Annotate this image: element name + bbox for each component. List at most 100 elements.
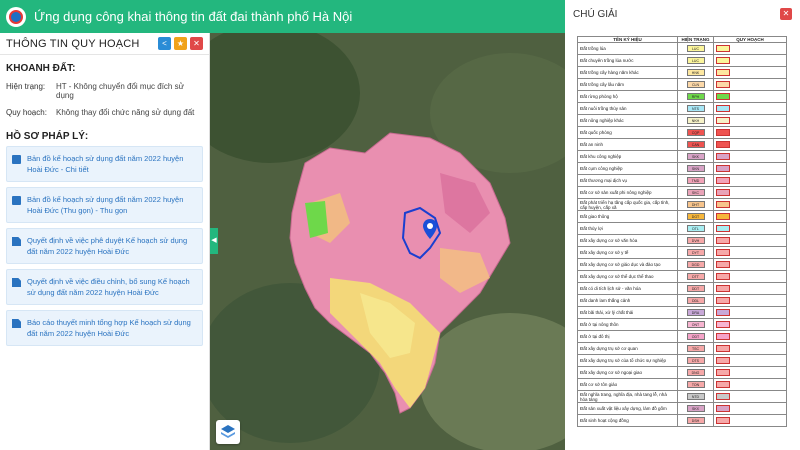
legend-planning-swatch bbox=[716, 248, 730, 256]
legend-row: Đất nghĩa trang, nghĩa địa, nhà tang lễ,… bbox=[577, 390, 787, 403]
legend-row-name: Đất sinh hoạt cộng đồng bbox=[577, 414, 678, 427]
hien-trang-value: HT - Không chuyển đổi mục đích sử dụng bbox=[56, 82, 184, 100]
legend-row: Đất thương mại dịch vụ TMD bbox=[577, 174, 787, 187]
legend-row-name: Đất rừng phòng hộ bbox=[577, 90, 678, 103]
legend-row: Đất xây dựng trụ sở của tổ chức sự nghiệ… bbox=[577, 354, 787, 367]
legend-code-swatch: SKX bbox=[686, 405, 705, 412]
legend-code-swatch: SKN bbox=[686, 165, 705, 172]
legend-col-ht: HIỆN TRẠNG bbox=[677, 36, 714, 43]
legend-planning-swatch bbox=[716, 104, 730, 112]
legend-planning-swatch bbox=[716, 344, 730, 352]
legend-planning-swatch bbox=[716, 176, 730, 184]
legend-title: CHÚ GIẢI bbox=[573, 8, 618, 20]
legend-code-swatch: RPH bbox=[686, 93, 705, 100]
close-panel-button[interactable]: ✕ bbox=[190, 37, 203, 50]
legend-code-swatch: CAN bbox=[686, 141, 705, 148]
legend-row-name: Đất trồng lúa bbox=[577, 42, 678, 55]
legend-code-swatch: DVH bbox=[686, 237, 705, 244]
legend-planning-swatch bbox=[716, 296, 730, 304]
khoanh-dat-title: KHOANH ĐẤT: bbox=[6, 63, 76, 74]
legend-code-swatch: NTD bbox=[686, 393, 705, 400]
legend-code-swatch: DGD bbox=[686, 261, 705, 268]
favorite-button[interactable]: ★ bbox=[174, 37, 187, 50]
app-title: Ứng dụng công khai thông tin đất đai thà… bbox=[34, 9, 353, 24]
legend-row: Đất sản xuất vật liệu xây dựng, làm đồ g… bbox=[577, 402, 787, 415]
legend-planning-swatch bbox=[716, 332, 730, 340]
document-list: Bản đồ kế hoạch sử dụng đất năm 2022 huy… bbox=[0, 146, 209, 346]
legend-row: Đất giao thông DGT bbox=[577, 210, 787, 223]
legend-code-swatch: NTS bbox=[686, 105, 705, 112]
document-link-text: Báo cáo thuyết minh tổng hợp Kế hoạch sử… bbox=[27, 318, 191, 338]
legend-row: Đất xây dựng trụ sở cơ quan TSC bbox=[577, 342, 787, 355]
legend-code-swatch: DGT bbox=[686, 213, 705, 220]
legend-planning-swatch bbox=[716, 260, 730, 268]
panel-title: THÔNG TIN QUY HOẠCH bbox=[6, 37, 140, 50]
legend-row: Đất danh lam thắng cảnh DDL bbox=[577, 294, 787, 307]
document-link[interactable]: Quyết định về việc phê duyệt Kế hoạch sử… bbox=[6, 228, 203, 264]
legend-row: Đất trồng cây hàng năm khác HNK bbox=[577, 66, 787, 79]
legend-row-name: Đất xây dựng trụ sở của tổ chức sự nghiệ… bbox=[577, 354, 678, 367]
legend-row: Đất trồng cây lâu năm CLN bbox=[577, 78, 787, 91]
legend-row-name: Đất ở tại nông thôn bbox=[577, 318, 678, 331]
legend-row: Đất xây dựng cơ sở thể dục thể thao DTT bbox=[577, 270, 787, 283]
image-icon bbox=[12, 196, 21, 205]
legend-row-name: Đất khu công nghiệp bbox=[577, 150, 678, 163]
document-link-text: Quyết định về việc phê duyệt Kế hoạch sử… bbox=[27, 236, 188, 256]
collapse-panel-handle[interactable]: ◀ bbox=[210, 228, 218, 254]
planning-info-panel: THÔNG TIN QUY HOẠCH < ★ ✕ KHOANH ĐẤT: Hi… bbox=[0, 33, 210, 450]
document-link[interactable]: Bản đồ kế hoạch sử dụng đất năm 2022 huy… bbox=[6, 187, 203, 223]
legend-planning-swatch bbox=[716, 308, 730, 316]
legend-planning-swatch bbox=[716, 92, 730, 100]
app-logo bbox=[6, 6, 26, 27]
layers-button[interactable] bbox=[216, 420, 240, 444]
legend-row: Đất cụm công nghiệp SKN bbox=[577, 162, 787, 175]
panel-header: THÔNG TIN QUY HOẠCH < ★ ✕ bbox=[0, 33, 209, 55]
legend-planning-swatch bbox=[716, 368, 730, 376]
legend-row: Đất cơ sở sản xuất phi nông nghiệp SKC bbox=[577, 186, 787, 199]
legend-planning-swatch bbox=[716, 212, 730, 220]
legend-row-name: Đất xây dựng cơ sở thể dục thể thao bbox=[577, 270, 678, 283]
legend-code-swatch: SKC bbox=[686, 189, 705, 196]
legend-planning-swatch bbox=[716, 200, 730, 208]
legend-code-swatch: DDT bbox=[686, 285, 705, 292]
share-button[interactable]: < bbox=[158, 37, 171, 50]
legend-row: Đất xây dựng cơ sở văn hóa DVH bbox=[577, 234, 787, 247]
legend-planning-swatch bbox=[716, 392, 730, 400]
legend-row: Đất rừng phòng hộ RPH bbox=[577, 90, 787, 103]
legend-row: Đất nuôi trồng thủy sản NTS bbox=[577, 102, 787, 115]
legend-planning-swatch bbox=[716, 80, 730, 88]
legend-planning-swatch bbox=[716, 416, 730, 424]
legend-planning-swatch bbox=[716, 152, 730, 160]
legend-planning-swatch bbox=[716, 356, 730, 364]
legend-code-swatch: DHT bbox=[686, 201, 705, 208]
legend-row-name: Đất cơ sở sản xuất phi nông nghiệp bbox=[577, 186, 678, 199]
document-link[interactable]: Bản đồ kế hoạch sử dụng đất năm 2022 huy… bbox=[6, 146, 203, 182]
hien-trang-label: Hiện trạng: bbox=[6, 82, 46, 91]
legend-code-swatch: DRA bbox=[686, 309, 705, 316]
legend-row-name: Đất trồng cây hàng năm khác bbox=[577, 66, 678, 79]
quy-hoach-row: Quy hoạch: Không thay đổi chức năng sử d… bbox=[0, 104, 209, 121]
legend-row-name: Đất nghĩa trang, nghĩa địa, nhà tang lễ,… bbox=[577, 390, 678, 403]
file-icon bbox=[12, 278, 21, 287]
legend-code-swatch: LUC bbox=[686, 57, 705, 64]
document-link[interactable]: Quyết định về việc điều chỉnh, bổ sung K… bbox=[6, 269, 203, 305]
legend-code-swatch: NKH bbox=[686, 117, 705, 124]
legend-row: Đất chuyên trồng lúa nước LUC bbox=[577, 54, 787, 67]
legend-row-name: Đất xây dựng cơ sở giáo dục và đào tạo bbox=[577, 258, 678, 271]
legend-planning-swatch bbox=[716, 164, 730, 172]
legend-planning-swatch bbox=[716, 116, 730, 124]
legend-row-name: Đất thương mại dịch vụ bbox=[577, 174, 678, 187]
map-view[interactable]: ◀ bbox=[210, 33, 565, 450]
legend-row-name: Đất trồng cây lâu năm bbox=[577, 78, 678, 91]
document-link[interactable]: Báo cáo thuyết minh tổng hợp Kế hoạch sử… bbox=[6, 310, 203, 346]
legend-code-swatch: CQP bbox=[686, 129, 705, 136]
close-legend-button[interactable]: ✕ bbox=[780, 8, 792, 20]
legend-planning-swatch bbox=[716, 272, 730, 280]
quy-hoach-label: Quy hoạch: bbox=[6, 108, 47, 117]
location-pin-icon[interactable] bbox=[423, 219, 437, 239]
legend-row: Đất thủy lợi DTL bbox=[577, 222, 787, 235]
satellite-map[interactable] bbox=[210, 33, 565, 450]
legend-code-swatch: DYT bbox=[686, 249, 705, 256]
legend-code-swatch: CLN bbox=[686, 81, 705, 88]
legend-code-swatch: DDL bbox=[686, 297, 705, 304]
